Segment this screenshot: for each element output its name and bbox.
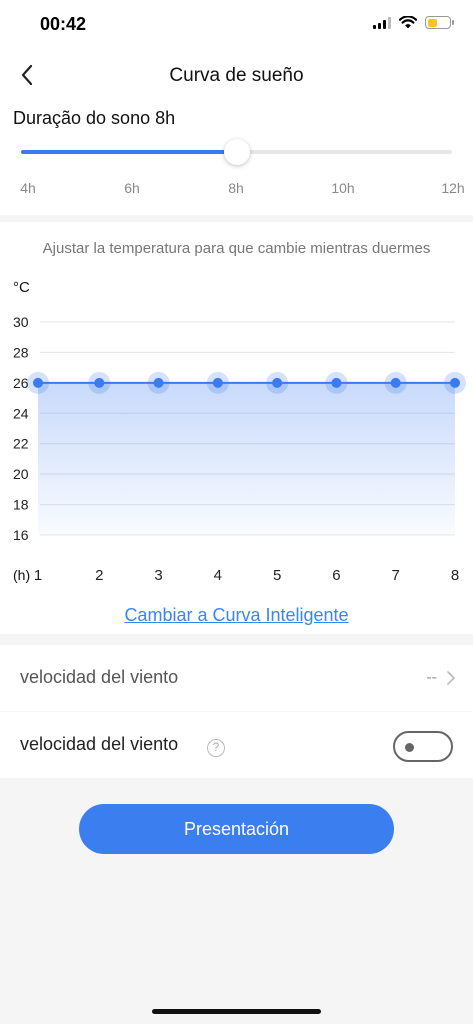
chart-data-point[interactable] — [331, 377, 342, 388]
nav-bar: Curva de sueño — [0, 50, 473, 100]
slider-fill — [21, 150, 237, 154]
chart-area-fill — [38, 382, 455, 535]
toggle-knob — [405, 743, 414, 752]
wind-speed-row[interactable]: velocidad del viento -- — [0, 645, 473, 711]
chart-x-axis-label: (h) — [13, 567, 30, 583]
chart-data-point[interactable] — [390, 377, 401, 388]
wind-speed-label: velocidad del viento — [20, 667, 179, 687]
cellular-signal-icon — [373, 16, 391, 29]
chart-x-tick-label: 6 — [332, 567, 340, 584]
chart-data-point[interactable] — [153, 377, 164, 388]
chart-y-tick-label: 18 — [13, 497, 29, 513]
slider-tick-label: 10h — [331, 180, 355, 196]
slider-tick-label: 4h — [20, 180, 36, 196]
chart-y-tick-label: 30 — [13, 314, 29, 330]
chart-y-tick-label: 26 — [13, 375, 29, 391]
wind-speed-toggle-label: velocidad del viento — [20, 734, 179, 754]
wind-speed-toggle[interactable] — [393, 731, 453, 762]
page-title: Curva de sueño — [169, 65, 304, 86]
question-circle-icon[interactable]: ? — [207, 739, 225, 757]
slider-tick-label: 12h — [441, 180, 465, 196]
chart-x-tick-label: 8 — [451, 567, 459, 584]
chart-y-tick-label: 16 — [13, 527, 29, 543]
chart-x-tick-label: 4 — [214, 567, 222, 584]
sleep-duration-title: Duração do sono 8h — [13, 108, 176, 128]
sleep-duration-slider[interactable] — [21, 139, 452, 165]
chart-x-tick-label: 5 — [273, 567, 281, 584]
chart-x-tick-label: 3 — [154, 567, 162, 584]
temperature-curve-card: Ajustar la temperatura para que cambie m… — [0, 222, 473, 634]
battery-icon — [425, 16, 454, 29]
chart-data-point[interactable] — [272, 377, 283, 388]
temperature-chart[interactable]: °C (h) 30 28 26 24 22 20 18 16 1 2 3 4 5 6 7 8 — [0, 222, 473, 602]
chart-x-tick-label: 2 — [95, 567, 103, 584]
status-bar: 00:42 — [0, 0, 473, 50]
chart-data-point[interactable] — [212, 377, 223, 388]
wind-speed-value: -- — [426, 669, 437, 686]
chevron-right-icon — [447, 671, 455, 685]
slider-tick-label: 6h — [124, 180, 140, 196]
sleep-duration-card: Duração do sono 8h 4h 6h 8h 10h 12h — [0, 100, 473, 215]
chart-y-tick-label: 24 — [13, 405, 29, 421]
slider-tick-label: 8h — [228, 180, 244, 196]
wind-speed-toggle-row: velocidad del viento ? — [0, 712, 473, 778]
slider-thumb[interactable] — [224, 139, 250, 165]
chart-y-tick-label: 22 — [13, 436, 29, 452]
present-button[interactable]: Presentación — [79, 804, 394, 854]
switch-to-smart-curve-link[interactable]: Cambiar a Curva Inteligente — [0, 605, 473, 626]
chart-data-point[interactable] — [94, 377, 105, 388]
chart-data-point[interactable] — [33, 377, 43, 388]
chart-y-tick-label: 20 — [13, 466, 29, 482]
chart-x-tick-label: 7 — [392, 567, 400, 584]
status-icons — [373, 16, 454, 29]
battery-level — [427, 18, 437, 27]
chart-y-axis-label: °C — [13, 279, 30, 296]
chart-x-tick-label: 1 — [34, 567, 42, 584]
chart-data-point[interactable] — [450, 377, 460, 388]
wifi-icon — [399, 16, 417, 29]
chart-y-tick-label: 28 — [13, 344, 29, 360]
home-indicator — [152, 1009, 321, 1014]
status-time: 00:42 — [40, 14, 87, 34]
